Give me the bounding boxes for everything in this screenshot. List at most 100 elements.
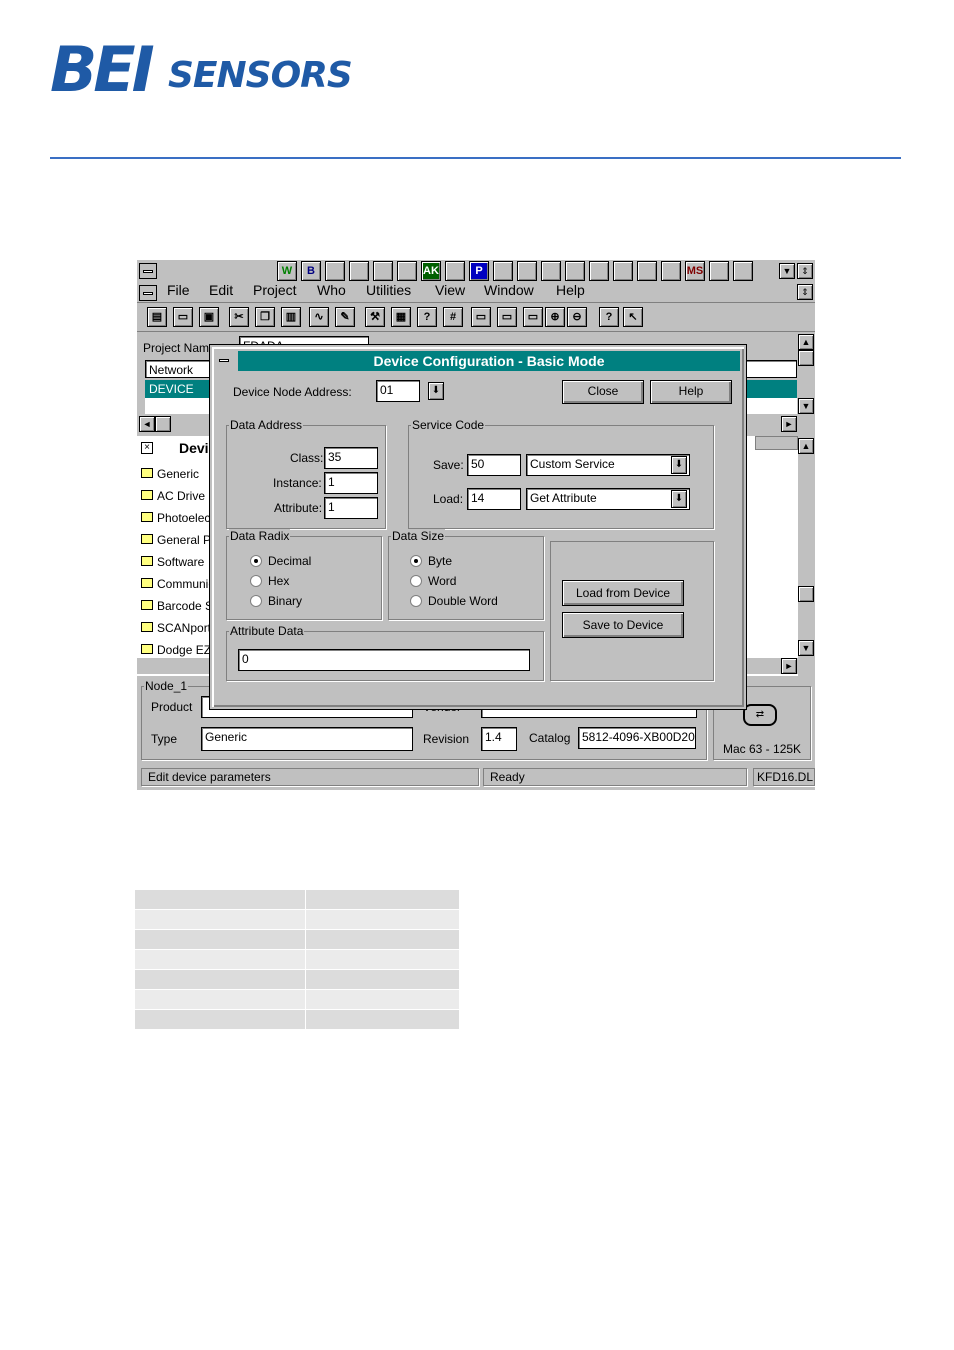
folder-icon[interactable]	[141, 644, 153, 654]
toolbar-icon-4[interactable]	[349, 261, 369, 281]
tree-item[interactable]: Software	[157, 555, 204, 569]
tree-item[interactable]: Generic	[157, 467, 199, 481]
toolbar-dropdown-icon[interactable]: ▼	[779, 263, 795, 279]
toolbar-icon-19[interactable]	[709, 261, 729, 281]
radix-decimal-radio[interactable]	[250, 555, 262, 567]
catalog-field[interactable]: 5812-4096-XB00D20	[578, 727, 696, 749]
close-button[interactable]: Close	[562, 380, 644, 404]
tree-item[interactable]: Photoelect	[157, 511, 214, 525]
menu-window[interactable]: Window	[484, 282, 534, 298]
tree-scroll-right-icon[interactable]: ►	[781, 658, 797, 674]
instance-field[interactable]: 1	[324, 472, 378, 494]
load-service-dropdown-icon[interactable]: ⬇	[671, 490, 687, 508]
context-help-icon[interactable]: ↖	[623, 307, 643, 327]
zoom-in-icon[interactable]: ⊕	[545, 307, 565, 327]
toolbar-icon-16[interactable]	[637, 261, 657, 281]
menu-view[interactable]: View	[435, 282, 465, 298]
hscroll-thumb[interactable]	[155, 416, 171, 432]
tree-item[interactable]: AC Drive	[157, 489, 205, 503]
window2-icon[interactable]: ▭	[497, 307, 517, 327]
menu-restore-icon[interactable]: ⇕	[797, 284, 813, 300]
tree-scroll-down-icon[interactable]: ▼	[798, 640, 814, 656]
load-service-select[interactable]: Get Attribute	[526, 488, 690, 510]
folder-icon[interactable]	[141, 468, 153, 478]
attribute-field[interactable]: 1	[324, 497, 378, 519]
menu-project[interactable]: Project	[253, 282, 297, 298]
node-address-dropdown-icon[interactable]: ⬇	[428, 382, 444, 400]
grid-icon[interactable]: ▦	[391, 307, 411, 327]
app-system-menu-icon[interactable]	[139, 263, 157, 279]
help-icon[interactable]: ?	[599, 307, 619, 327]
toolbar-icon-3[interactable]	[325, 261, 345, 281]
zoom-out-icon[interactable]: ⊖	[567, 307, 587, 327]
toolbar-icon-13[interactable]	[565, 261, 585, 281]
toolbar-icon-14[interactable]	[589, 261, 609, 281]
size-byte-radio[interactable]	[410, 555, 422, 567]
attribute-data-field[interactable]: 0	[238, 649, 530, 671]
tree-item[interactable]: Dodge EZL	[157, 643, 218, 657]
toolbar-icon-18[interactable]: MS	[685, 261, 705, 281]
toolbar-icon-15[interactable]	[613, 261, 633, 281]
radix-hex-radio[interactable]	[250, 575, 262, 587]
folder-icon[interactable]	[141, 512, 153, 522]
collapse-icon[interactable]: ×	[141, 442, 153, 454]
folder-icon[interactable]	[141, 600, 153, 610]
toolbar-icon-1[interactable]: W	[277, 261, 297, 281]
toolbar-icon-20[interactable]	[733, 261, 753, 281]
open-icon[interactable]: ▭	[173, 307, 193, 327]
tree-item[interactable]: SCANport	[157, 621, 211, 635]
tree-item[interactable]: Communic	[157, 577, 214, 591]
project-vscroll[interactable]: ▲ ▼	[798, 334, 815, 414]
dialog-system-menu-icon[interactable]	[216, 353, 234, 369]
revision-field[interactable]: 1.4	[481, 727, 517, 751]
scroll-thumb[interactable]	[798, 350, 814, 366]
toolbar-icon-17[interactable]	[661, 261, 681, 281]
menu-edit[interactable]: Edit	[209, 282, 233, 298]
tree-scroll-thumb[interactable]	[798, 586, 814, 602]
cut-icon[interactable]: ✂	[229, 307, 249, 327]
window3-icon[interactable]: ▭	[523, 307, 543, 327]
tree-vscroll[interactable]: ▲ ▼	[798, 436, 815, 658]
folder-icon[interactable]	[141, 534, 153, 544]
toolbar-icon-8[interactable]	[445, 261, 465, 281]
load-code-field[interactable]: 14	[467, 488, 521, 510]
new-icon[interactable]: ▤	[147, 307, 167, 327]
help-button[interactable]: Help	[650, 380, 732, 404]
folder-icon[interactable]	[141, 622, 153, 632]
size-double-word-radio[interactable]	[410, 595, 422, 607]
query-icon[interactable]: ?	[417, 307, 437, 327]
toolbar-icon-2[interactable]: B	[301, 261, 321, 281]
scroll-right-icon[interactable]: ►	[781, 416, 797, 432]
save-code-field[interactable]: 50	[467, 454, 521, 476]
toolbar-icon-6[interactable]	[397, 261, 417, 281]
copy-icon[interactable]: ❐	[255, 307, 275, 327]
hash-icon[interactable]: #	[443, 307, 463, 327]
menu-who[interactable]: Who	[317, 282, 346, 298]
type-field[interactable]: Generic	[201, 727, 413, 751]
paste-icon[interactable]: ▥	[281, 307, 301, 327]
scroll-up-icon[interactable]: ▲	[798, 334, 814, 350]
tree-item[interactable]: General Pu	[157, 533, 218, 547]
tree-item[interactable]: Barcode S	[157, 599, 213, 613]
class-field[interactable]: 35	[324, 447, 378, 469]
scroll-left-icon[interactable]: ◄	[139, 416, 155, 432]
toolbar-icon-10[interactable]	[493, 261, 513, 281]
folder-icon[interactable]	[141, 490, 153, 500]
network-icon[interactable]: ∿	[309, 307, 329, 327]
toolbar-icon-12[interactable]	[541, 261, 561, 281]
edit-icon[interactable]: ✎	[335, 307, 355, 327]
save-service-dropdown-icon[interactable]: ⬇	[671, 456, 687, 474]
menu-file[interactable]: File	[167, 282, 190, 298]
toolbar-icon-9[interactable]: P	[469, 261, 489, 281]
toolbar-icon-5[interactable]	[373, 261, 393, 281]
window1-icon[interactable]: ▭	[471, 307, 491, 327]
save-to-device-button[interactable]: Save to Device	[562, 612, 684, 638]
window-system-menu-icon[interactable]	[139, 285, 157, 301]
toolbar-icon-11[interactable]	[517, 261, 537, 281]
load-from-device-button[interactable]: Load from Device	[562, 580, 684, 606]
save-icon[interactable]: ▣	[199, 307, 219, 327]
toolbar-scroll-icon[interactable]: ⇕	[797, 263, 813, 279]
tool-icon[interactable]: ⚒	[365, 307, 385, 327]
tree-scroll-up-icon[interactable]: ▲	[798, 438, 814, 454]
radix-binary-radio[interactable]	[250, 595, 262, 607]
